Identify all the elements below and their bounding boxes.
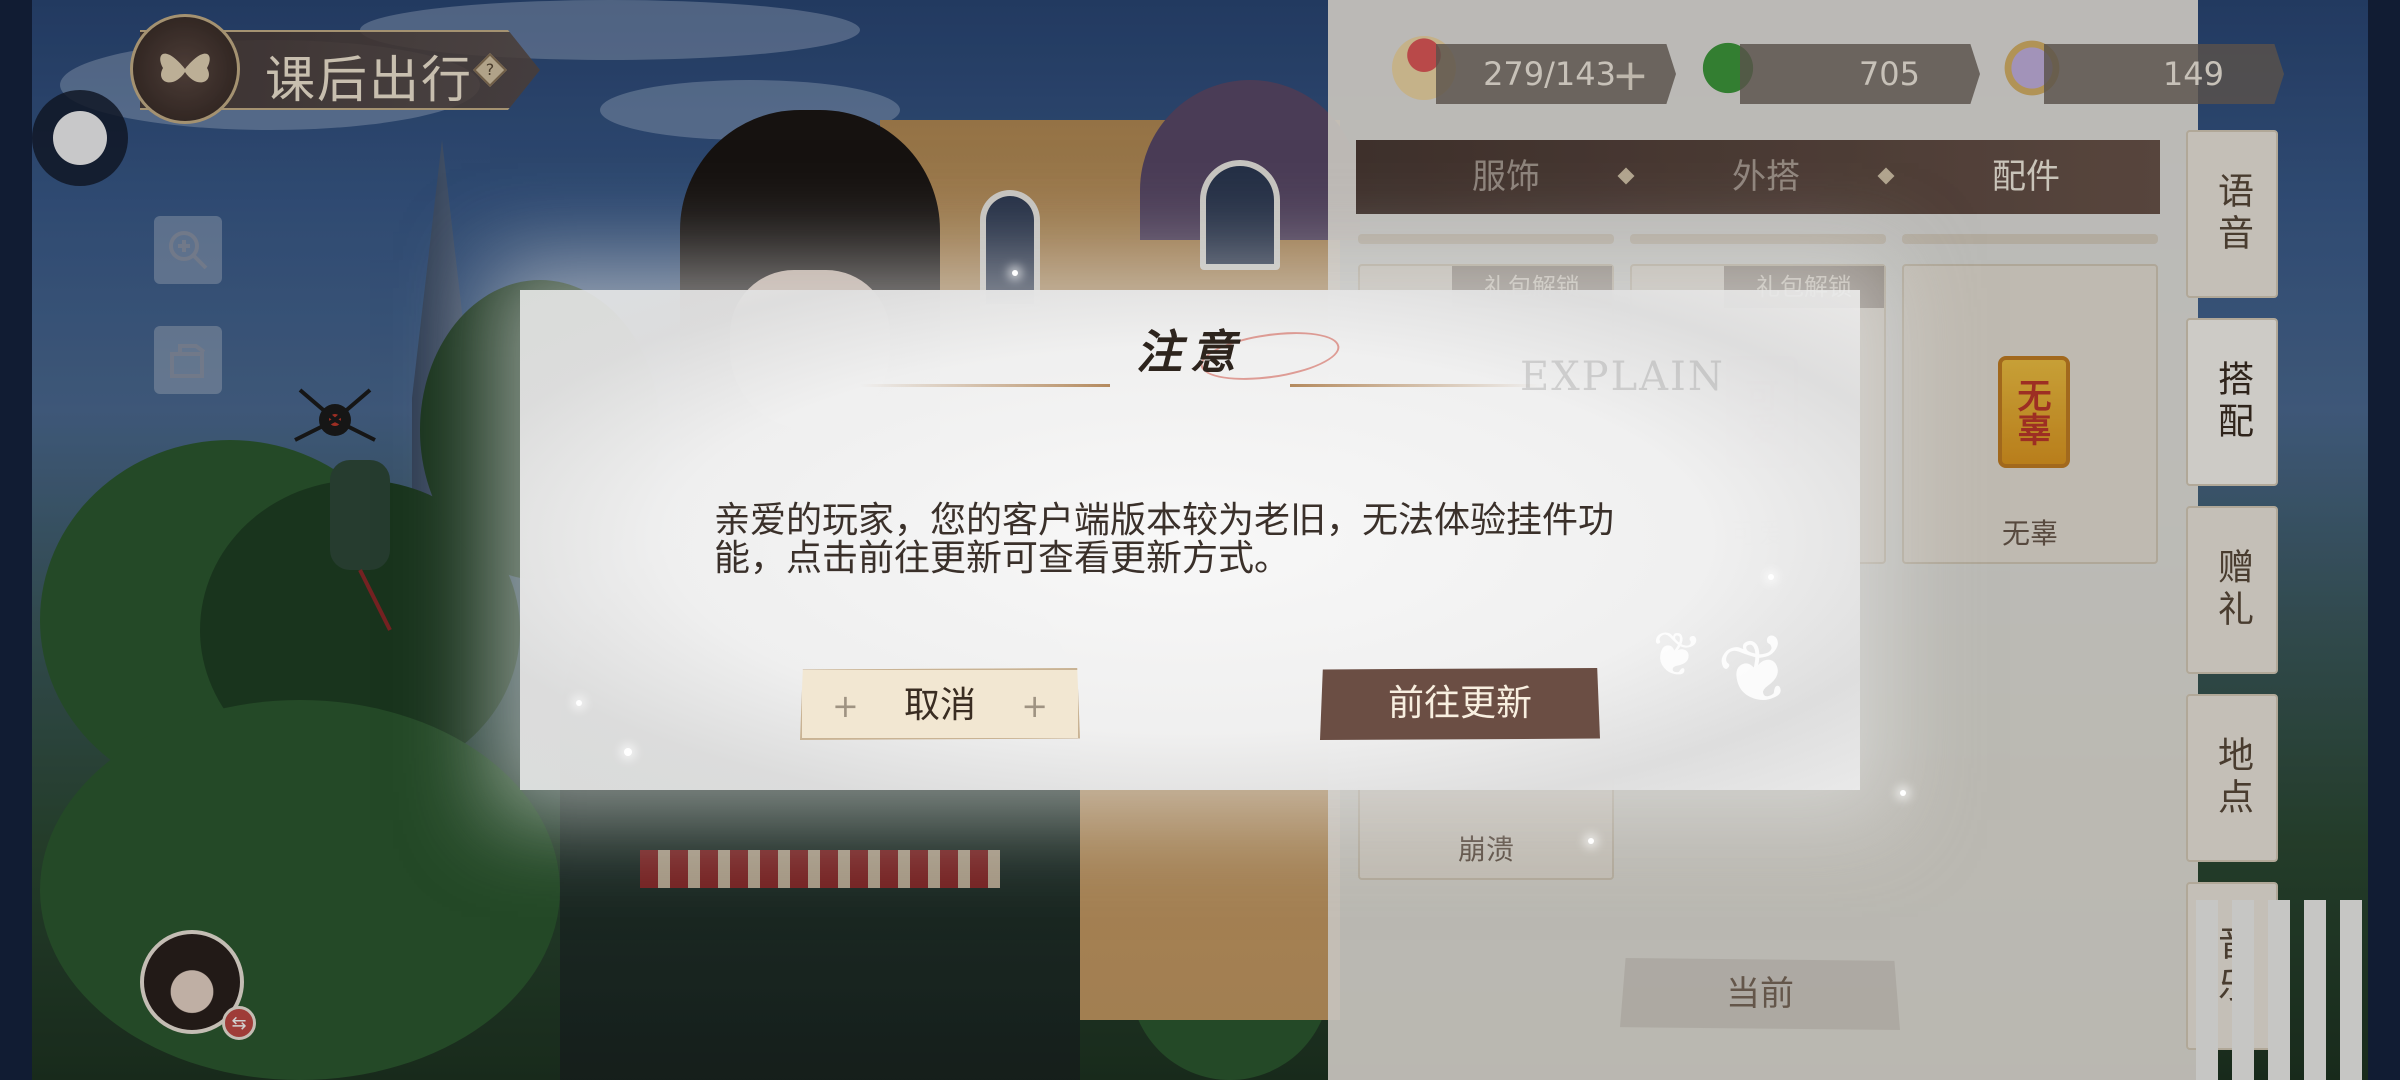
notice-dialog: 注意 EXPLAIN 亲爱的玩家，您的客户端版本较为老旧，无法体验挂件功能，点击…	[520, 290, 1860, 790]
sparkle	[1012, 270, 1018, 276]
go-update-button[interactable]: 前往更新	[1320, 668, 1600, 740]
dialog-message: 亲爱的玩家，您的客户端版本较为老旧，无法体验挂件功能，点击前往更新可查看更新方式…	[714, 500, 1615, 579]
butterfly-icon: ❦	[1707, 612, 1808, 733]
sparkle	[576, 700, 582, 706]
sparkle	[1588, 838, 1594, 844]
explain-watermark: EXPLAIN	[1520, 354, 1725, 400]
sparkle	[1900, 790, 1906, 796]
sparkle	[1768, 574, 1774, 580]
sparkle	[624, 748, 632, 756]
title-divider-right	[1290, 384, 1540, 387]
plus-deco-icon: +	[832, 687, 859, 725]
title-divider-left	[860, 384, 1110, 387]
cancel-label: 取消	[903, 685, 976, 726]
cancel-button[interactable]: + 取消 +	[800, 668, 1080, 740]
update-label: 前往更新	[1387, 683, 1532, 724]
butterfly-icon: ❦	[1644, 616, 1706, 694]
plus-deco-icon: +	[1021, 687, 1048, 725]
